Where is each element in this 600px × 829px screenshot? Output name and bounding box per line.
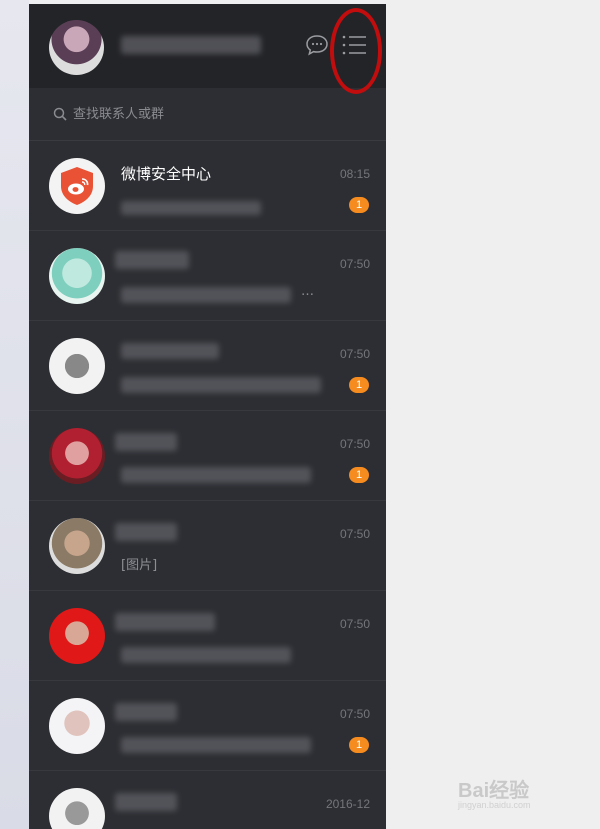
blurred-preview [121, 201, 261, 215]
conversation-time: 08:15 [339, 167, 370, 181]
right-background [386, 0, 600, 829]
conversation-time: 07:50 [339, 527, 370, 541]
blurred-name [115, 613, 215, 631]
conversation-time: 07:50 [339, 437, 370, 451]
contact-avatar [49, 698, 105, 754]
conversation-item[interactable]: 2016-12 [29, 771, 386, 829]
left-background [0, 0, 29, 829]
blurred-name [115, 251, 189, 269]
conversation-item[interactable]: 07:50 1 [29, 321, 386, 411]
panel-header [29, 4, 386, 94]
conversation-item[interactable]: 07:50 1 [29, 411, 386, 501]
blurred-preview [121, 737, 311, 753]
contact-avatar [49, 248, 105, 304]
contact-avatar [49, 428, 105, 484]
conversation-list: 微博安全中心 08:15 1 07:50 … 07:50 1 07:50 1 0… [29, 141, 386, 829]
weibo-shield-icon [61, 167, 93, 205]
conversation-time: 07:50 [339, 707, 370, 721]
unread-badge: 1 [349, 377, 369, 393]
conversation-time: 07:50 [339, 257, 370, 271]
search-input[interactable] [73, 102, 363, 126]
conversation-time: 07:50 [339, 617, 370, 631]
conversation-item[interactable]: 07:50 … [29, 231, 386, 321]
watermark-sub: jingyan.baidu.com [458, 800, 531, 810]
highlight-ring [330, 8, 382, 94]
self-avatar[interactable] [49, 20, 104, 75]
conversation-item[interactable]: 07:50 [图片] [29, 501, 386, 591]
conversation-name: 微博安全中心 [121, 165, 212, 183]
contact-avatar [49, 608, 105, 664]
watermark-brand: Bai经验 [458, 780, 530, 802]
blurred-name [115, 433, 177, 451]
chat-panel: 微博安全中心 08:15 1 07:50 … 07:50 1 07:50 1 [29, 4, 386, 829]
blurred-preview [121, 287, 291, 303]
blurred-name [121, 343, 219, 359]
blurred-preview [121, 647, 291, 663]
conversation-preview: … [301, 284, 314, 299]
conversation-preview: [图片] [121, 558, 158, 573]
weibo-avatar [49, 158, 105, 214]
blurred-preview [121, 467, 311, 483]
contact-avatar [49, 788, 105, 829]
search-bar [29, 88, 386, 141]
blurred-name [115, 793, 177, 811]
unread-badge: 1 [349, 467, 369, 483]
conversation-item[interactable]: 07:50 [29, 591, 386, 681]
blurred-username [121, 36, 261, 54]
contact-avatar [49, 338, 105, 394]
unread-badge: 1 [349, 737, 369, 753]
blurred-name [115, 703, 177, 721]
search-icon [53, 107, 67, 121]
chat-bubble-icon[interactable] [305, 34, 329, 56]
conversation-item[interactable]: 07:50 1 [29, 681, 386, 771]
contact-avatar [49, 518, 105, 574]
blurred-preview [121, 377, 321, 393]
conversation-time: 07:50 [339, 347, 370, 361]
unread-badge: 1 [349, 197, 369, 213]
baidu-jingyan-watermark: Bai经验 jingyan.baidu.com [458, 764, 598, 814]
conversation-item[interactable]: 微博安全中心 08:15 1 [29, 141, 386, 231]
conversation-time: 2016-12 [325, 797, 370, 811]
blurred-name [115, 523, 177, 541]
